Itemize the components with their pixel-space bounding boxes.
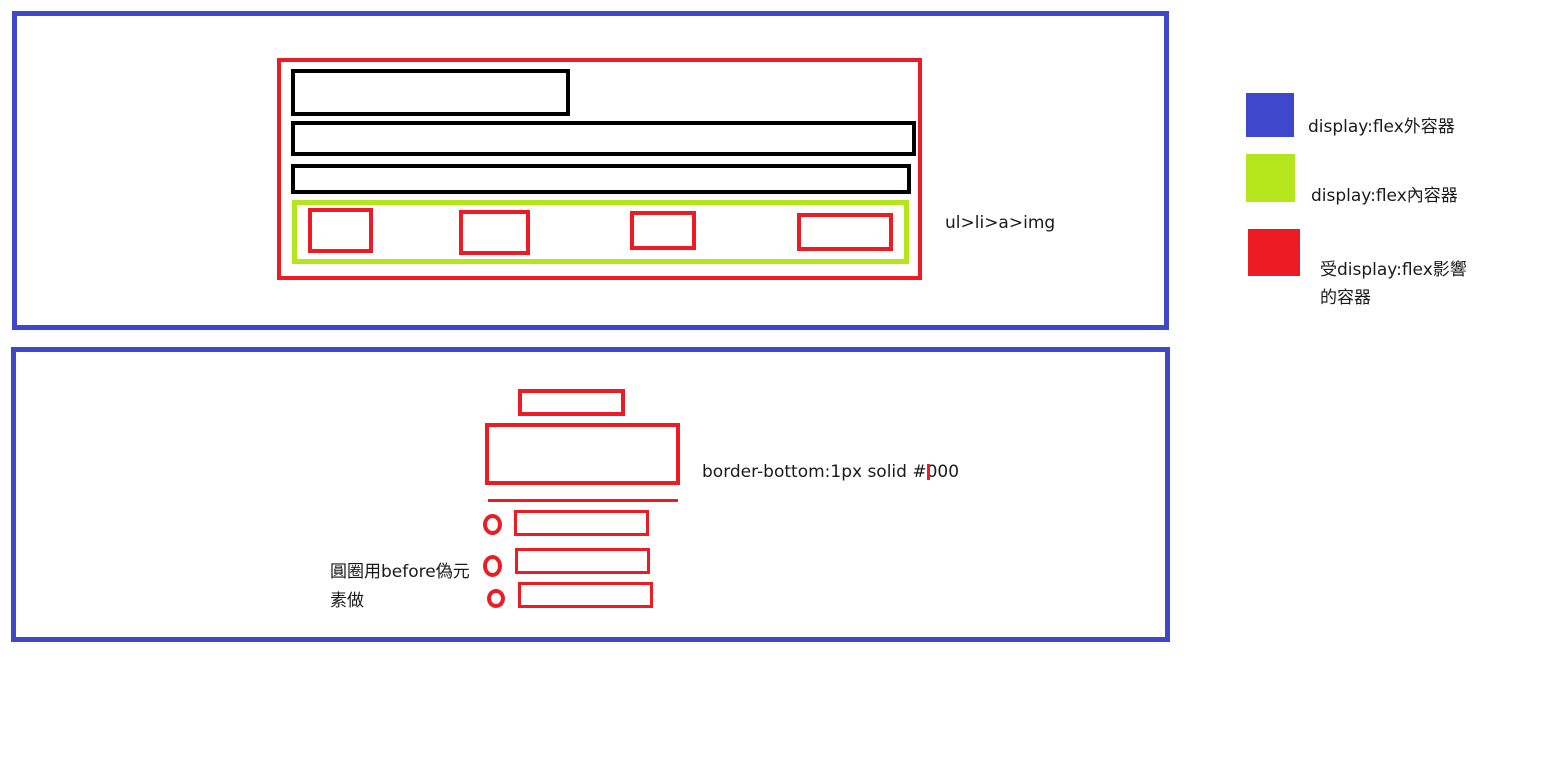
block-row-3 — [291, 164, 911, 194]
flex-item-4 — [797, 213, 893, 251]
flex-item-2 — [459, 210, 530, 255]
before-circle-3 — [487, 589, 505, 608]
legend-label-inner: display:flex內容器 — [1311, 186, 1458, 206]
top-annotation: ul>li>a>img — [945, 213, 1056, 233]
legend-swatch-affected — [1248, 229, 1300, 276]
block-row-2 — [291, 121, 916, 156]
legend-label-outer: display:flex外容器 — [1308, 117, 1455, 137]
bottom-annotation-text: border-bottom:1px solid #000 — [702, 462, 960, 482]
red-cursor-mark — [927, 464, 930, 480]
bottom-annotation: border-bottom:1px solid #000 — [702, 461, 959, 484]
before-circle-2 — [483, 555, 502, 577]
flex-item-3 — [630, 211, 696, 250]
legend-swatch-inner — [1246, 154, 1295, 202]
legend-label-affected: 受display:flex影響的容器 — [1320, 260, 1467, 308]
list-item-2 — [515, 548, 650, 574]
bottom-small-block — [518, 389, 625, 416]
flex-item-1 — [308, 208, 373, 253]
legend-swatch-outer — [1246, 93, 1294, 137]
before-circle-1 — [483, 514, 502, 535]
bottom-large-block — [485, 423, 680, 485]
block-row-1 — [291, 69, 570, 116]
list-item-3 — [518, 582, 653, 608]
pseudo-element-note: 圓圈用before偽元素做 — [330, 562, 470, 611]
border-bottom-line — [488, 499, 678, 502]
list-item-1 — [514, 510, 649, 536]
